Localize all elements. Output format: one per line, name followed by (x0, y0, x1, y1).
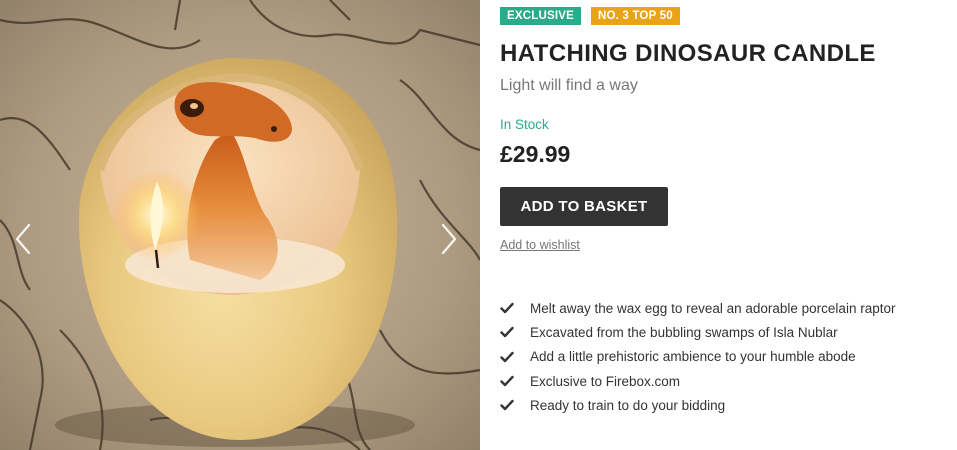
feature-item: Melt away the wax egg to reveal an adora… (500, 296, 895, 320)
feature-text: Melt away the wax egg to reveal an adora… (530, 300, 896, 316)
top50-badge: NO. 3 TOP 50 (590, 7, 680, 25)
feature-item: Add a little prehistoric ambience to you… (500, 345, 895, 369)
gallery-next-button[interactable] (436, 222, 462, 256)
feature-list: Melt away the wax egg to reveal an adora… (500, 296, 895, 417)
add-to-basket-button[interactable]: ADD TO BASKET (500, 187, 668, 226)
product-price: £29.99 (500, 141, 571, 167)
feature-item: Excavated from the bubbling swamps of Is… (500, 320, 895, 344)
product-title: HATCHING DINOSAUR CANDLE (500, 40, 876, 67)
check-icon (500, 302, 514, 314)
exclusive-badge: EXCLUSIVE (500, 7, 581, 25)
stock-status: In Stock (500, 117, 549, 132)
gallery-prev-button[interactable] (10, 222, 36, 256)
chevron-left-icon (15, 223, 31, 255)
feature-text: Excavated from the bubbling swamps of Is… (530, 324, 838, 340)
feature-text: Add a little prehistoric ambience to you… (530, 349, 856, 365)
chevron-right-icon (441, 223, 457, 255)
check-icon (500, 351, 514, 362)
feature-text: Ready to train to do your bidding (530, 397, 726, 413)
product-page: EXCLUSIVE NO. 3 TOP 50 HATCHING DINOSAUR… (0, 0, 957, 450)
feature-item: Exclusive to Firebox.com (500, 369, 895, 393)
product-subtitle: Light will find a way (500, 77, 638, 94)
product-photo (0, 0, 480, 450)
product-details: EXCLUSIVE NO. 3 TOP 50 HATCHING DINOSAUR… (500, 0, 950, 450)
check-icon (500, 327, 514, 338)
add-to-wishlist-link[interactable]: Add to wishlist (500, 238, 580, 252)
check-icon (500, 375, 514, 387)
product-image-gallery (0, 0, 480, 450)
feature-text: Exclusive to Firebox.com (530, 373, 681, 389)
badge-row: EXCLUSIVE NO. 3 TOP 50 (500, 7, 680, 25)
feature-item: Ready to train to do your bidding (500, 393, 895, 417)
check-icon (500, 400, 514, 411)
